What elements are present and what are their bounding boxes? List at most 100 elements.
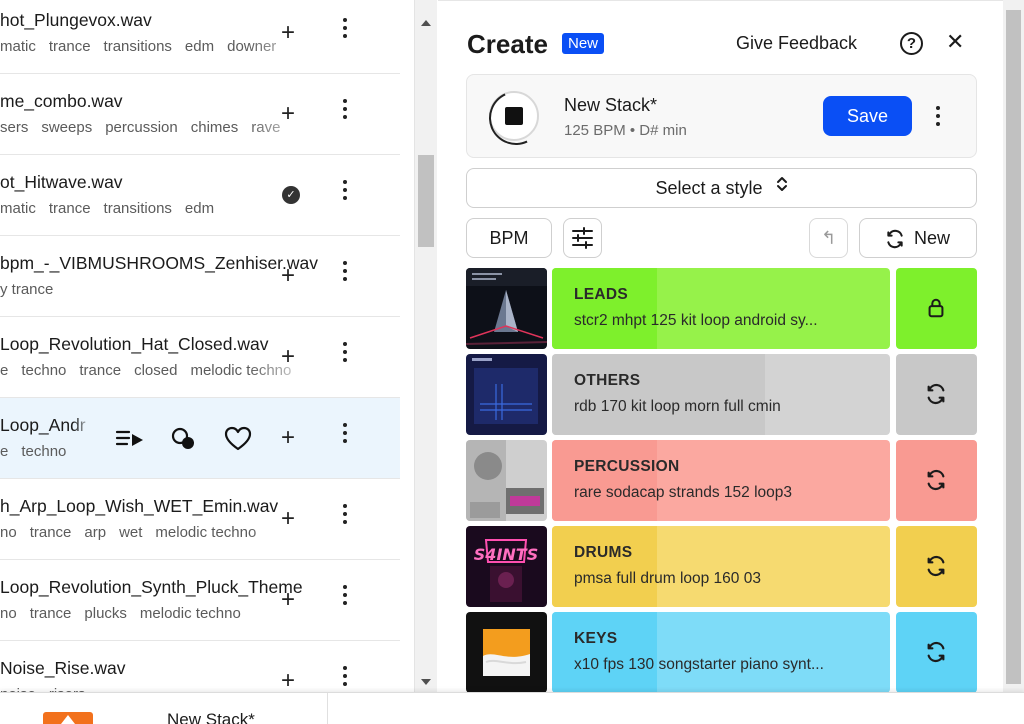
row-more-icon[interactable] xyxy=(343,99,347,123)
add-to-stack-icon[interactable]: + xyxy=(281,507,295,531)
track-artwork[interactable] xyxy=(466,268,547,349)
track-category: DRUMS xyxy=(574,544,633,561)
sample-tag[interactable]: trance xyxy=(30,605,72,622)
row-more-icon[interactable] xyxy=(343,180,347,204)
scroll-up-arrow-icon[interactable] xyxy=(421,20,431,26)
swap-track-button[interactable] xyxy=(896,354,977,435)
row-more-icon[interactable] xyxy=(343,18,347,42)
new-stack-button[interactable]: New xyxy=(859,218,977,258)
sample-tag[interactable]: melodic techno xyxy=(140,605,241,622)
add-to-stack-icon[interactable]: + xyxy=(281,21,295,45)
sample-tag[interactable]: techno xyxy=(21,443,66,460)
sample-tag[interactable]: percussion xyxy=(105,119,178,136)
sample-tag[interactable]: e xyxy=(0,362,8,379)
sample-tag[interactable]: no xyxy=(0,524,17,541)
bpm-button[interactable]: BPM xyxy=(466,218,552,258)
sample-tags: matic trance transitions edm xyxy=(0,200,318,217)
panel-scrollbar[interactable] xyxy=(1003,0,1024,692)
add-to-stack-icon[interactable]: + xyxy=(281,102,295,126)
track-artwork[interactable] xyxy=(466,440,547,521)
help-icon[interactable]: ? xyxy=(900,32,923,55)
stack-more-icon[interactable] xyxy=(936,106,940,130)
similar-sounds-icon[interactable] xyxy=(169,424,199,454)
row-more-icon[interactable] xyxy=(343,423,347,447)
close-icon[interactable]: ✕ xyxy=(946,29,964,55)
track-artwork[interactable] xyxy=(466,612,547,693)
lock-track-button[interactable] xyxy=(896,268,977,349)
sample-tag[interactable]: trance xyxy=(30,524,72,541)
track-progress xyxy=(552,268,657,349)
sample-tag[interactable]: trance xyxy=(79,362,121,379)
sample-tag[interactable]: rave xyxy=(251,119,280,136)
swap-track-button[interactable] xyxy=(896,440,977,521)
sample-tag[interactable]: arp xyxy=(84,524,106,541)
sample-tag[interactable]: transitions xyxy=(104,38,172,55)
undo-button[interactable]: ↰ xyxy=(809,218,848,258)
filters-button[interactable] xyxy=(563,218,602,258)
sample-tag[interactable]: y trance xyxy=(0,281,53,298)
swap-track-button[interactable] xyxy=(896,612,977,693)
sample-tag[interactable]: plucks xyxy=(84,605,127,622)
scroll-down-arrow-icon[interactable] xyxy=(421,679,431,685)
add-to-stack-icon[interactable]: + xyxy=(281,264,295,288)
sample-tag[interactable]: melodic techno xyxy=(190,362,291,379)
stop-playback-button[interactable] xyxy=(489,91,539,141)
row-more-icon[interactable] xyxy=(343,504,347,528)
sample-tag[interactable]: matic xyxy=(0,38,36,55)
sample-row[interactable]: hot_Plungevox.wav matic trance transitions e… xyxy=(0,0,400,74)
row-more-icon[interactable] xyxy=(343,342,347,366)
sample-row[interactable]: Loop_Revolution_Hat_Closed.wav e techno tra… xyxy=(0,317,400,398)
track-artwork[interactable]: S4INTS xyxy=(466,526,547,607)
row-more-icon[interactable] xyxy=(343,585,347,609)
play-queue-icon[interactable] xyxy=(115,424,145,454)
sample-tag[interactable]: sweeps xyxy=(41,119,92,136)
sample-filename: bpm_-_VIBMUSHROOMS_Zenhiser.wav xyxy=(0,253,318,273)
added-check-icon[interactable]: ✓ xyxy=(282,186,300,204)
give-feedback-link[interactable]: Give Feedback xyxy=(736,33,857,54)
sample-tag[interactable]: wet xyxy=(119,524,142,541)
sample-row[interactable]: me_combo.wav sers sweeps percussion chimes ra… xyxy=(0,74,400,155)
sample-tag[interactable]: downer xyxy=(227,38,276,55)
panel-scrollbar-thumb[interactable] xyxy=(1006,10,1021,684)
sample-tag[interactable]: closed xyxy=(134,362,177,379)
sample-tag[interactable]: no xyxy=(0,605,17,622)
sample-row[interactable]: Noise_Rise.wavnoiserisers+ xyxy=(0,641,400,692)
sample-row[interactable]: Loop_Revolution_Synth_Pluck_Theme no tranc… xyxy=(0,560,400,641)
sample-tag[interactable]: matic xyxy=(0,200,36,217)
sample-tag[interactable]: transitions xyxy=(104,200,172,217)
sample-tag[interactable]: edm xyxy=(185,38,214,55)
track-filename: x10 fps 130 songstarter piano synt... xyxy=(574,656,824,673)
sample-tag[interactable]: trance xyxy=(49,38,91,55)
favorite-heart-icon[interactable] xyxy=(223,424,253,454)
new-button-label: New xyxy=(914,228,951,248)
row-more-icon[interactable] xyxy=(343,666,347,690)
sample-row[interactable]: ot_Hitwave.wav matic trance transitions edm ✓ xyxy=(0,155,400,236)
row-more-icon[interactable] xyxy=(343,261,347,285)
add-to-stack-icon[interactable]: + xyxy=(281,669,295,693)
save-button[interactable]: Save xyxy=(823,96,912,136)
style-select[interactable]: Select a style xyxy=(466,168,977,208)
track-body[interactable]: DRUMS pmsa full drum loop 160 03 xyxy=(552,526,890,607)
sample-list-scrollbar[interactable] xyxy=(415,0,437,692)
sample-tag[interactable]: techno xyxy=(21,362,66,379)
track-body[interactable]: PERCUSSION rare sodacap strands 152 loop3 xyxy=(552,440,890,521)
sample-tag[interactable]: chimes xyxy=(191,119,239,136)
track-artwork[interactable] xyxy=(466,354,547,435)
track-body[interactable]: LEADS stcr2 mhpt 125 kit loop android sy.… xyxy=(552,268,890,349)
add-to-stack-icon[interactable]: + xyxy=(281,426,295,450)
add-to-stack-icon[interactable]: + xyxy=(281,588,295,612)
sample-row[interactable]: Loop_Andr e techno + xyxy=(0,398,400,479)
add-to-stack-icon[interactable]: + xyxy=(281,345,295,369)
sample-tag[interactable]: trance xyxy=(49,200,91,217)
sample-tag[interactable]: melodic techno xyxy=(155,524,256,541)
sample-tag[interactable]: e xyxy=(0,443,8,460)
track-body[interactable]: KEYS x10 fps 130 songstarter piano synt..… xyxy=(552,612,890,693)
swap-track-button[interactable] xyxy=(896,526,977,607)
scrollbar-thumb[interactable] xyxy=(418,155,434,247)
sample-row[interactable]: h_Arp_Loop_Wish_WET_Emin.wav no trance arp w… xyxy=(0,479,400,560)
sample-row[interactable]: bpm_-_VIBMUSHROOMS_Zenhiser.wavy trance + xyxy=(0,236,400,317)
track-body[interactable]: OTHERS rdb 170 kit loop morn full cmin xyxy=(552,354,890,435)
sample-filename: Noise_Rise.wav xyxy=(0,658,126,678)
sample-tag[interactable]: edm xyxy=(185,200,214,217)
sample-tag[interactable]: sers xyxy=(0,119,28,136)
